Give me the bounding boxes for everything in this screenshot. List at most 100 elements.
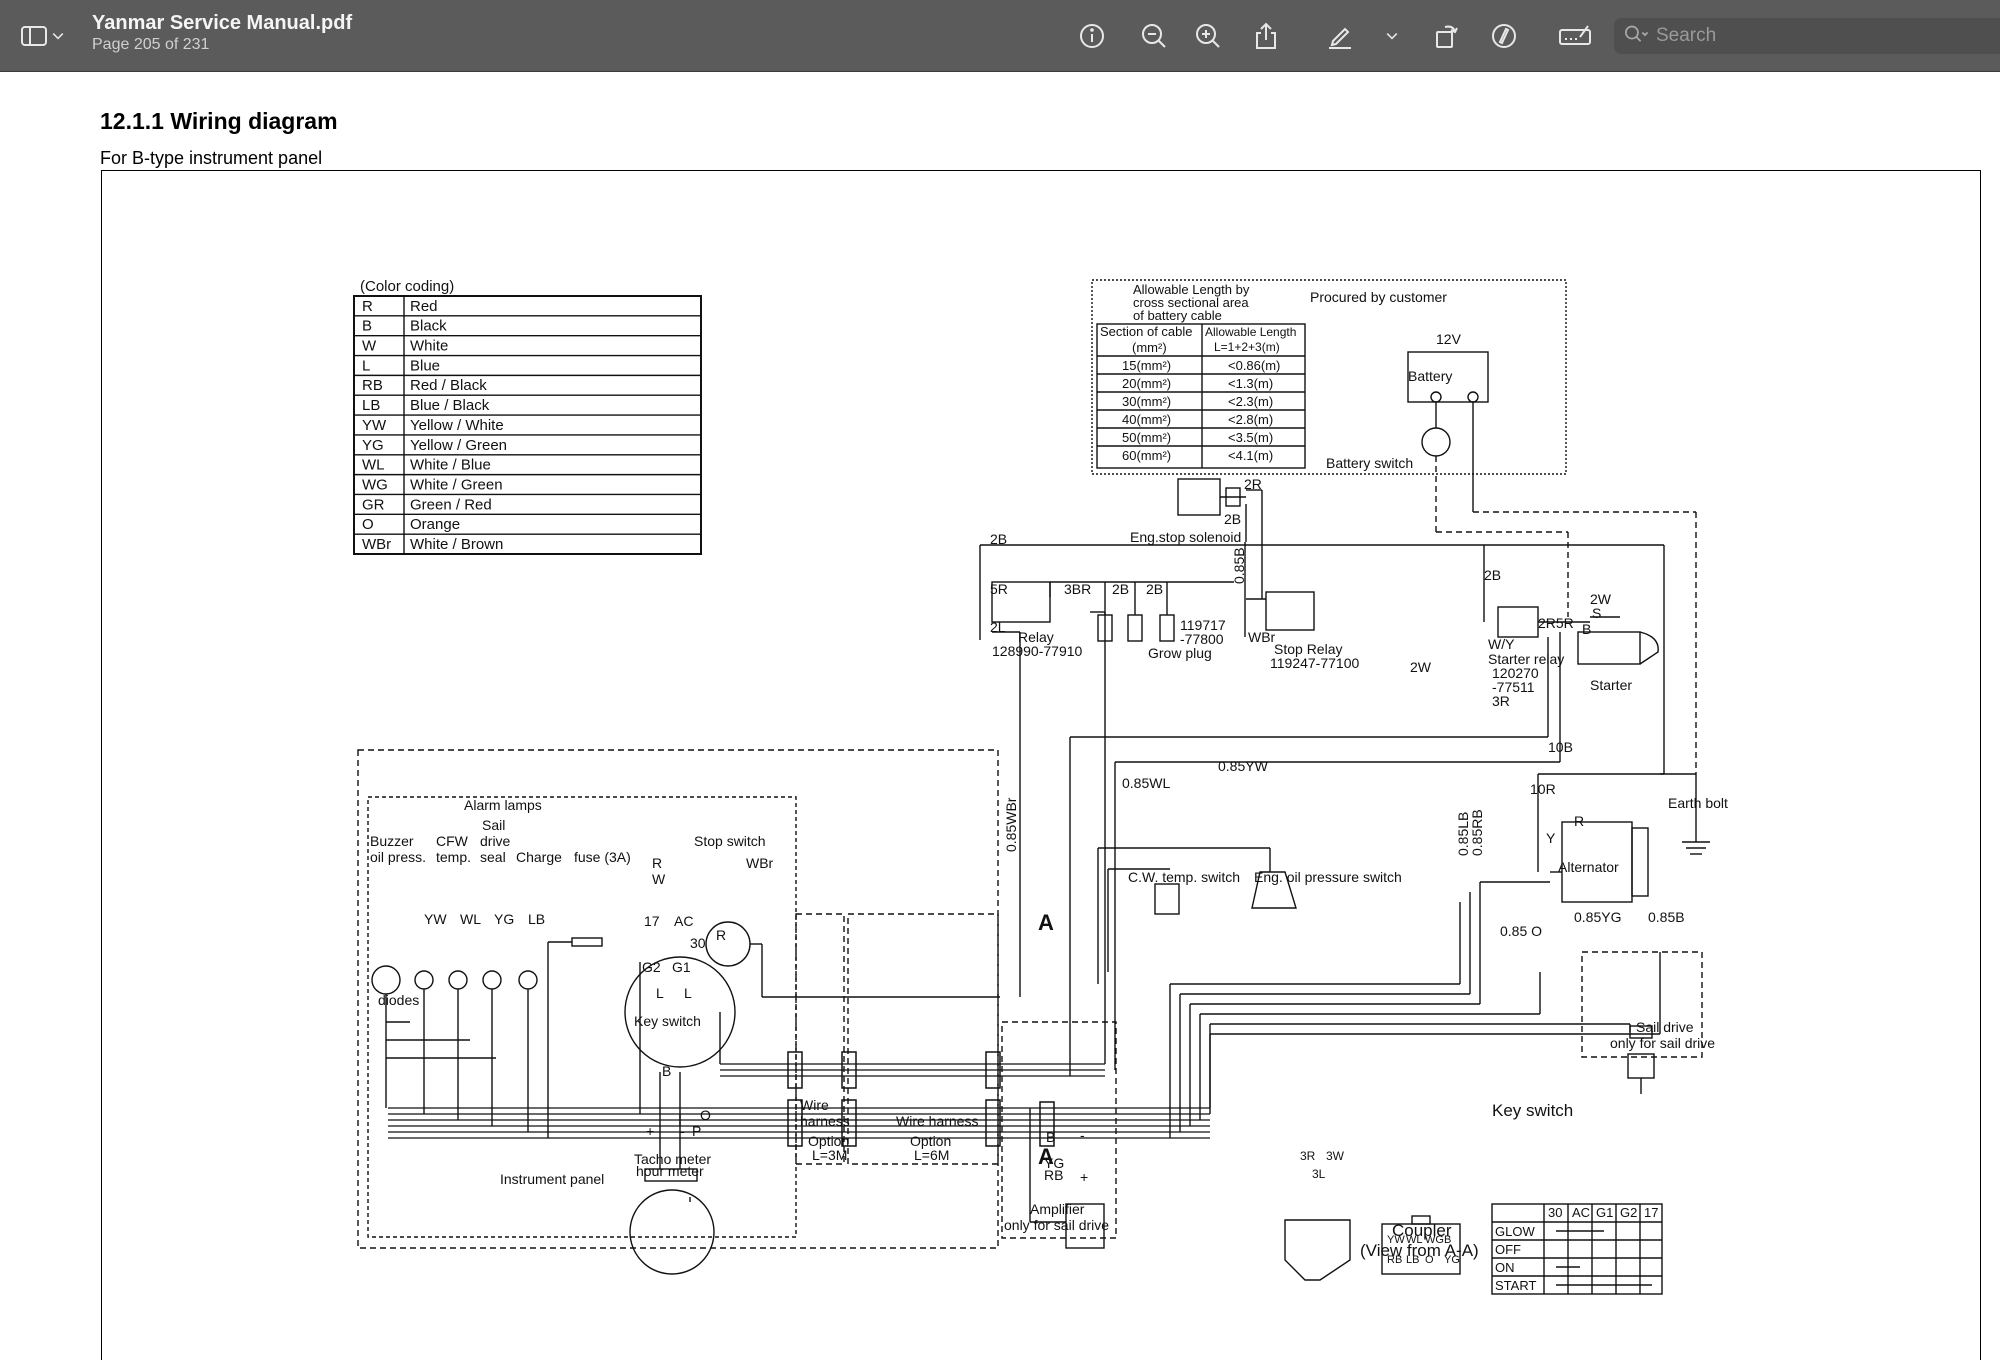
wire-label: Y [1546, 830, 1556, 846]
color-code: W [362, 338, 377, 355]
wire-label: 2W [1410, 659, 1432, 675]
cable-allowable-length: <3.5(m) [1228, 430, 1273, 445]
color-code: YG [362, 437, 384, 454]
tacho-terminal-label: - [680, 1123, 685, 1139]
color-name: Red [410, 298, 438, 315]
color-name: Yellow / Green [410, 437, 507, 454]
key-terminal-label: G1 [672, 959, 691, 975]
cable-section: 60(mm²) [1122, 448, 1171, 463]
eng-stop-solenoid-symbol [1177, 478, 1221, 516]
cable-section: 40(mm²) [1122, 412, 1171, 427]
coupler-3-pin-symbol [1284, 1219, 1351, 1281]
color-code: WBr [362, 536, 391, 553]
key-table-column: AC [1572, 1205, 1590, 1220]
wire-label: 2B [1112, 581, 1129, 597]
seal-label: seal [480, 849, 506, 865]
wire-label: RB [1044, 1167, 1063, 1183]
amplifier-note: only for sail drive [1004, 1217, 1109, 1233]
page-indicator: Page 205 of 231 [92, 36, 210, 53]
starter-relay-symbol [1497, 606, 1539, 638]
coupler-cell-label: YG [1444, 1254, 1460, 1266]
wire-label: 0.85B [1231, 547, 1247, 584]
color-name: Blue [410, 357, 440, 374]
zoom-out-button[interactable] [1134, 16, 1174, 56]
option-length-label: L=6M [914, 1147, 949, 1163]
cw-temp-switch-label: C.W. temp. switch [1128, 869, 1240, 885]
cable-section: 30(mm²) [1122, 394, 1171, 409]
wire-label: WBr [746, 855, 774, 871]
starter-label: Starter [1590, 677, 1632, 693]
key-terminal-label: 30 [690, 935, 706, 951]
highlight-menu-button[interactable] [1380, 16, 1404, 56]
rotate-button[interactable] [1426, 16, 1466, 56]
color-coding-title: (Color coding) [360, 278, 454, 295]
key-terminal-label: AC [674, 913, 693, 929]
coupler-pin-label: 3R [1300, 1149, 1316, 1163]
color-name: Black [410, 318, 447, 335]
color-code: YW [362, 417, 387, 434]
color-code: R [362, 298, 373, 315]
wire-label: 2B [1484, 567, 1501, 583]
wire-label: 5R [990, 581, 1008, 597]
color-code: WL [362, 457, 385, 474]
wire-label: WBr [1248, 629, 1276, 645]
markup-button[interactable] [1484, 16, 1524, 56]
pdf-page: 12.1.1 Wiring diagram For B-type instrum… [0, 72, 2000, 1365]
search-field-container [1614, 18, 2000, 54]
coupler-cell-label: LB [1406, 1254, 1419, 1266]
oil-press-label: oil press. [370, 849, 426, 865]
search-icon [1625, 25, 1649, 42]
chevron-down-icon [52, 33, 64, 40]
sidebar-icon [21, 26, 47, 46]
alarm-lamps-label: Alarm lamps [464, 797, 542, 813]
color-name: Yellow / White [410, 417, 504, 434]
color-name: Blue / Black [410, 397, 490, 414]
fuse-label: fuse (3A) [574, 849, 631, 865]
wire-label: 2B [990, 531, 1007, 547]
key-terminal-label: G2 [642, 959, 661, 975]
cable-head-section: Section of cable [1100, 324, 1193, 339]
cable-allowable-length: <2.8(m) [1228, 412, 1273, 427]
key-table-column: 17 [1644, 1205, 1658, 1220]
info-button[interactable] [1072, 16, 1112, 56]
stop-relay-symbol [1265, 591, 1315, 631]
amp-terminal-label: + [1080, 1169, 1088, 1185]
color-name: White [410, 338, 448, 355]
wire-label: B [1582, 621, 1591, 637]
sidebar-menu-button[interactable] [48, 16, 68, 56]
form-fill-button[interactable] [1552, 16, 1598, 56]
zoom-out-icon [1142, 24, 1166, 48]
wire-label: R [1574, 813, 1584, 829]
oil-pressure-switch-label: Eng. oil pressure switch [1254, 869, 1402, 885]
wire-label: O [700, 1107, 711, 1123]
highlight-button[interactable] [1320, 16, 1360, 56]
section-marker: A [1038, 1144, 1054, 1169]
cable-section: 50(mm²) [1122, 430, 1171, 445]
chevron-down-icon [1386, 33, 1398, 40]
relay-part-number: 128990-77910 [992, 643, 1083, 659]
procured-by-customer: Procured by customer [1310, 289, 1447, 305]
wire-label: 2R [1244, 476, 1262, 492]
wire-label: B [662, 1063, 671, 1079]
color-name: Green / Red [410, 496, 492, 513]
coupler-cell-label: O [1425, 1254, 1434, 1266]
key-table-column: G1 [1596, 1205, 1613, 1220]
tacho-terminal-label: P [692, 1123, 701, 1139]
zoom-in-button[interactable] [1188, 16, 1228, 56]
wire-label: 3BR [1064, 581, 1091, 597]
color-code: B [362, 318, 372, 335]
coupler-pin-label: 3L [1312, 1167, 1326, 1181]
buzzer-symbol [371, 965, 401, 995]
cfw-label: CFW [436, 833, 469, 849]
wire-label: L [684, 985, 692, 1001]
color-name: White / Blue [410, 457, 491, 474]
search-input[interactable] [1656, 22, 1986, 50]
markup-icon [1492, 24, 1516, 48]
share-button[interactable] [1246, 16, 1286, 56]
wire-label: 0.85 O [1500, 923, 1542, 939]
color-code: RB [362, 377, 383, 394]
section-marker: A [1038, 910, 1054, 935]
battery-label: Battery [1408, 368, 1452, 384]
coupler-cell-label: YW [1387, 1234, 1405, 1246]
wire-label: 0.85B [1648, 909, 1685, 925]
